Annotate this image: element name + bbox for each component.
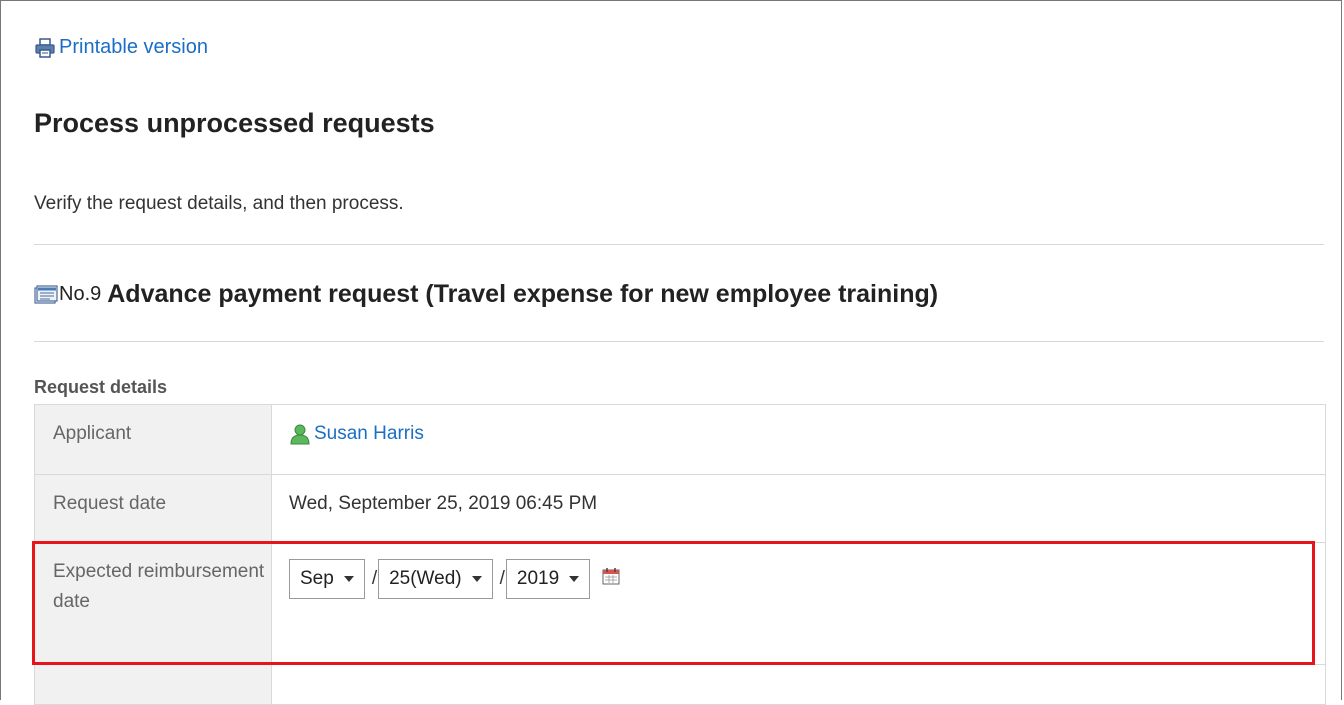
table-row [34,664,1326,705]
divider [34,244,1324,245]
applicant-user-link[interactable]: Susan Harris [289,423,424,445]
day-select-value: 25(Wed) [389,568,462,589]
printer-icon [35,37,55,58]
month-select-value: Sep [300,568,334,589]
table-row-expected-date: Expected reimbursement date Sep / 25(Wed… [34,542,1326,665]
expected-date-value: Sep / 25(Wed) / 2019 [271,542,1326,665]
request-title: No.9 Advance payment request (Travel exp… [34,280,938,309]
divider [34,341,1324,342]
table-row-applicant: Applicant Susan Harris [34,404,1326,475]
request-number: No.9 [59,283,102,305]
section-label-request-details: Request details [34,377,168,397]
row-value-empty [271,664,1326,705]
expected-date-label: Expected reimbursement date [34,542,272,665]
page-description: Verify the request details, and then pro… [34,193,404,214]
chevron-down-icon [343,576,354,582]
row-label-empty [34,664,272,705]
page-title: Process unprocessed requests [34,108,435,138]
chevron-down-icon [569,576,580,582]
day-select[interactable]: 25(Wed) [378,559,493,599]
year-select-value: 2019 [516,568,560,589]
table-row-request-date: Request date Wed, September 25, 2019 06:… [34,474,1326,543]
printable-version-label: Printable version [59,36,208,58]
date-separator: / [371,568,378,589]
request-date-value: Wed, September 25, 2019 06:45 PM [271,474,1326,543]
applicant-name: Susan Harris [314,423,424,444]
applicant-value: Susan Harris [271,404,1326,475]
applicant-label: Applicant [34,404,272,475]
chevron-down-icon [471,576,482,582]
printable-version-link[interactable]: Printable version [34,36,208,59]
calendar-icon[interactable] [602,567,620,585]
request-details-table: Applicant Susan Harris Request date Wed,… [34,404,1326,705]
request-name: Advance payment request (Travel expense … [107,280,939,308]
request-date-label: Request date [34,474,272,543]
date-selects: Sep / 25(Wed) / 2019 [289,559,1325,599]
year-select[interactable]: 2019 [505,559,591,599]
document-icon [34,284,58,304]
date-separator: / [499,568,505,589]
user-icon [290,424,310,445]
month-select[interactable]: Sep [289,559,365,599]
